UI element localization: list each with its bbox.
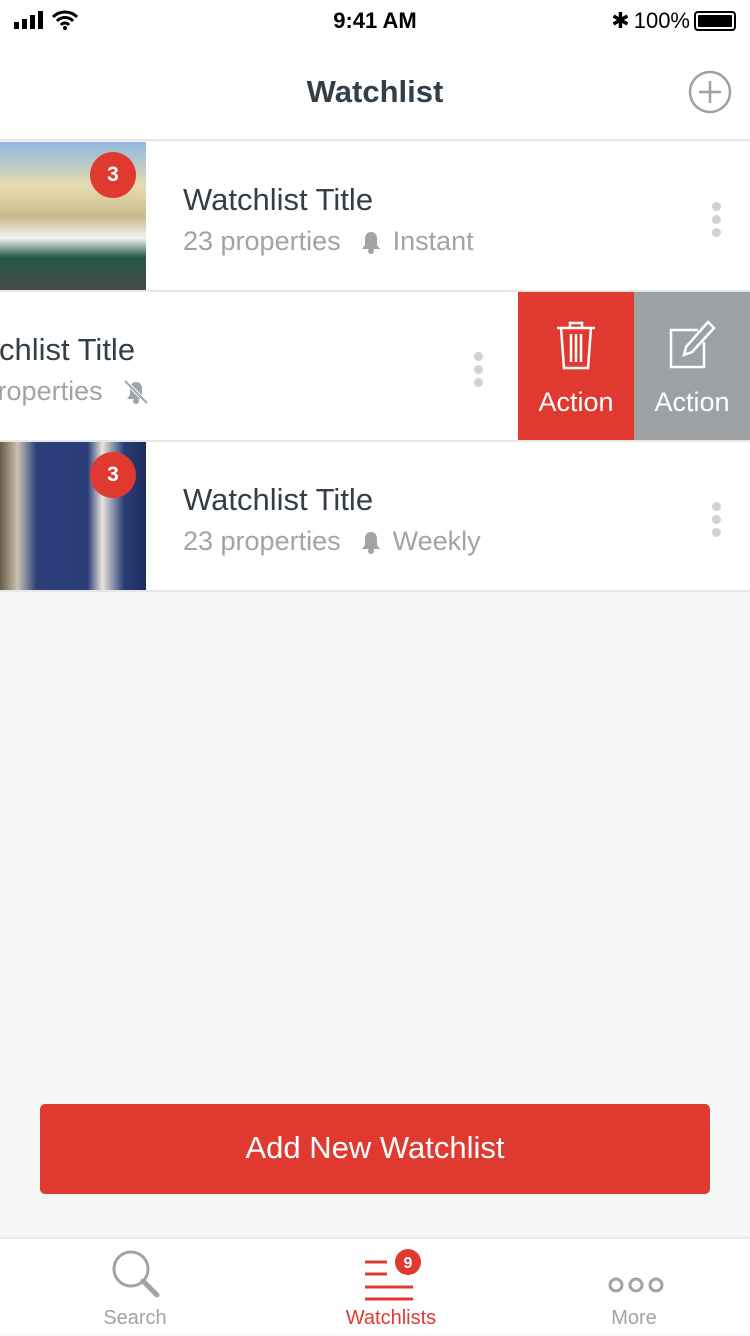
tab-search[interactable]: Search xyxy=(35,1239,235,1336)
tab-label: Watchlists xyxy=(345,1307,437,1329)
watchlist-title: Watchlist Title xyxy=(0,332,136,367)
trash-icon xyxy=(557,321,595,370)
edit-icon xyxy=(669,320,716,369)
bell-icon xyxy=(361,531,380,554)
alert-frequency: Weekly xyxy=(392,526,481,556)
more-options-icon[interactable] xyxy=(470,352,486,392)
edit-action-button[interactable]: Action xyxy=(634,292,750,440)
tab-watchlists[interactable]: 9 Watchlists xyxy=(291,1239,491,1336)
action-label: Action xyxy=(654,387,730,417)
tab-label: Search xyxy=(103,1307,167,1329)
delete-action-button[interactable]: Action xyxy=(518,292,634,440)
more-options-icon[interactable] xyxy=(708,502,724,542)
watchlist-row-swiped[interactable]: Watchlist Title 23 properties Action Act… xyxy=(0,292,750,442)
search-icon xyxy=(112,1250,160,1298)
watchlist-row[interactable]: 3 Watchlist Title 23 properties Instant xyxy=(0,142,750,292)
list-icon: 9 xyxy=(365,1249,421,1301)
add-new-watchlist-button[interactable]: Add New Watchlist xyxy=(40,1104,710,1194)
new-count-badge: 3 xyxy=(90,152,136,198)
property-count: 23 properties xyxy=(0,376,103,406)
property-count: 23 properties xyxy=(183,226,341,256)
nav-bar: Watchlist xyxy=(0,40,750,141)
battery-icon xyxy=(694,11,736,31)
bell-off-icon xyxy=(123,379,149,404)
status-bar: 9:41 AM ✱ 100% xyxy=(0,0,750,40)
watchlist-row[interactable]: 3 Watchlist Title 23 properties Weekly xyxy=(0,442,750,592)
alert-frequency: Instant xyxy=(392,226,474,256)
tab-badge: 9 xyxy=(404,1255,413,1272)
watchlist-title: Watchlist Title xyxy=(183,482,374,517)
add-circle-icon[interactable] xyxy=(688,70,732,114)
more-options-icon[interactable] xyxy=(708,202,724,242)
page-title: Watchlist xyxy=(306,74,444,109)
tab-more[interactable]: More xyxy=(534,1239,734,1336)
new-count-badge: 3 xyxy=(90,452,136,498)
bluetooth-icon: ✱ xyxy=(611,8,630,33)
bell-icon xyxy=(361,231,380,254)
action-label: Action xyxy=(538,387,614,417)
tab-label: More xyxy=(611,1307,657,1329)
watchlist-title: Watchlist Title xyxy=(183,182,374,217)
battery-percent: 100% xyxy=(633,8,690,33)
property-count: 23 properties xyxy=(183,526,341,556)
tab-bar: Search 9 Watchlists More xyxy=(0,1237,750,1334)
more-icon xyxy=(608,1277,664,1293)
